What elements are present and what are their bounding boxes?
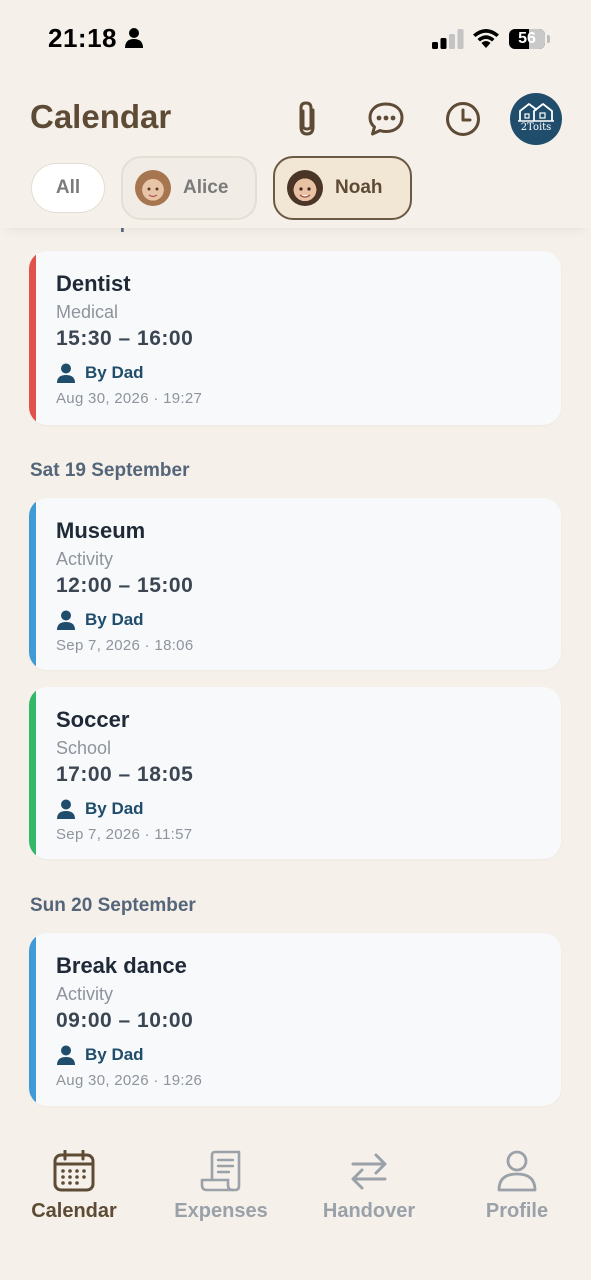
event-card[interactable]: Museum Activity 12:00 – 15:00 By Dad Sep… — [29, 498, 561, 670]
filter-chip-alice[interactable]: Alice — [121, 156, 257, 220]
nav-expenses[interactable]: Expenses — [147, 1150, 295, 1223]
event-card[interactable]: Break dance Activity 09:00 – 10:00 By Da… — [29, 933, 561, 1106]
person-icon — [125, 28, 143, 48]
person-icon — [57, 1045, 75, 1065]
event-time: 15:30 – 16:00 — [56, 327, 194, 350]
nav-calendar-label: Calendar — [31, 1200, 117, 1222]
status-bar: 21:18 56 — [0, 0, 591, 80]
event-time: 12:00 – 15:00 — [56, 574, 194, 597]
clock-icon — [446, 102, 480, 136]
person-icon — [57, 363, 75, 383]
event-timestamp: Sep 7, 2026 · 11:57 — [56, 826, 193, 843]
noah-avatar — [287, 170, 323, 206]
battery-level: 56 — [518, 30, 536, 47]
event-time: 09:00 – 10:00 — [56, 1009, 194, 1032]
event-title: Museum — [56, 518, 146, 543]
event-time: 17:00 – 18:05 — [56, 763, 194, 786]
calendar-icon — [53, 1150, 95, 1192]
event-category: Medical — [56, 302, 119, 322]
swap-arrows-icon — [351, 1153, 387, 1190]
bottom-nav: Calendar Expenses Handover Profile — [0, 1130, 591, 1280]
category-color-bar — [29, 498, 36, 670]
event-author: By Dad — [56, 363, 144, 383]
chat-bubble-icon — [368, 102, 404, 136]
user-icon — [497, 1150, 537, 1192]
nav-handover[interactable]: Handover — [295, 1150, 443, 1223]
filter-chip-all-label: All — [55, 177, 81, 198]
nav-profile-label: Profile — [485, 1200, 549, 1222]
event-card[interactable]: Dentist Medical 15:30 – 16:00 By Dad Aug… — [29, 251, 561, 425]
filter-chip-noah[interactable]: Noah — [273, 156, 412, 220]
history-button[interactable] — [441, 97, 485, 141]
person-icon — [57, 610, 75, 630]
event-author: By Dad — [56, 799, 144, 819]
family-logo-avatar[interactable]: 2Toits — [510, 93, 562, 145]
event-title: Break dance — [56, 953, 187, 978]
event-author-label: By Dad — [85, 1045, 144, 1064]
event-author: By Dad — [56, 610, 144, 630]
date-heading: Sun 20 September — [30, 895, 196, 916]
receipt-icon — [200, 1150, 241, 1192]
nav-calendar[interactable]: Calendar — [0, 1150, 148, 1223]
event-author: By Dad — [56, 1045, 144, 1065]
messages-button[interactable] — [364, 97, 408, 141]
wifi-icon — [473, 29, 499, 48]
category-color-bar — [29, 687, 36, 859]
event-author-label: By Dad — [85, 610, 144, 629]
event-title: Dentist — [56, 271, 131, 296]
cellular-signal-icon — [432, 29, 464, 49]
page-title: Calendar — [30, 98, 172, 135]
nav-expenses-label: Expenses — [174, 1200, 268, 1222]
nav-profile[interactable]: Profile — [443, 1150, 591, 1223]
attachments-button[interactable] — [286, 97, 330, 141]
event-timestamp: Aug 30, 2026 · 19:26 — [56, 1072, 203, 1089]
event-category: School — [56, 738, 112, 758]
event-card[interactable]: Soccer School 17:00 – 18:05 By Dad Sep 7… — [29, 687, 561, 859]
category-color-bar — [29, 251, 36, 425]
event-author-label: By Dad — [85, 799, 144, 818]
battery-icon: 56 — [509, 29, 545, 49]
alice-avatar — [135, 170, 171, 206]
status-time: 21:18 — [48, 23, 117, 53]
person-icon — [57, 799, 75, 819]
event-author-label: By Dad — [85, 363, 144, 382]
event-category: Activity — [56, 984, 114, 1004]
event-title: Soccer — [56, 707, 130, 732]
logo-text: 2Toits — [520, 122, 552, 133]
event-timestamp: Aug 30, 2026 · 19:27 — [56, 390, 203, 407]
event-category: Activity — [56, 549, 114, 569]
category-color-bar — [29, 933, 36, 1106]
date-heading: Sat 19 September — [30, 460, 190, 481]
filter-chip-noah-label: Noah — [335, 177, 383, 198]
battery-nub — [547, 35, 550, 43]
filter-chip-all[interactable]: All — [31, 163, 105, 213]
event-timestamp: Sep 7, 2026 · 18:06 — [56, 637, 194, 654]
nav-handover-label: Handover — [322, 1200, 416, 1222]
paperclip-icon — [299, 101, 315, 136]
filter-chip-alice-label: Alice — [183, 177, 229, 198]
